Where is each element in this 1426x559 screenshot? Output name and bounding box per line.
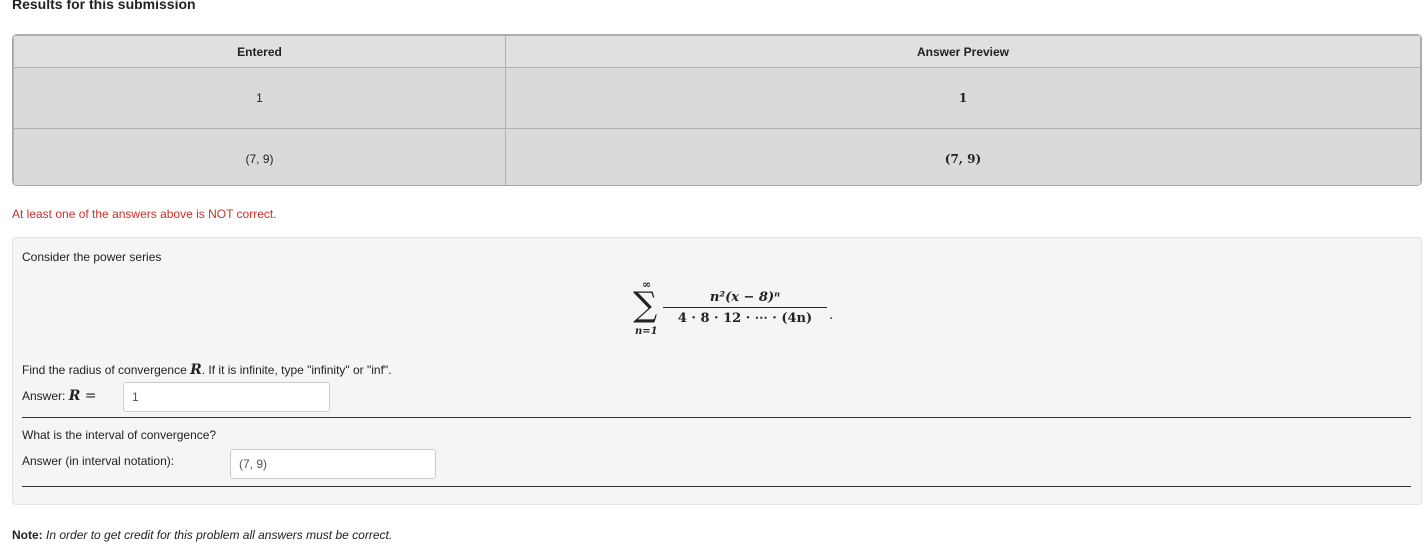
credit-note: Note: In order to get credit for this pr… [12,528,392,542]
equals-sign: = [80,388,97,404]
problem-box: Consider the power series ∞ ∑ n=1 n²(x −… [12,237,1422,505]
interval-answer-input[interactable]: (7, 9) [230,449,436,479]
answer-preview-cell: (7, 9) [505,128,1421,185]
entered-cell: (7, 9) [13,128,506,185]
interval-question: What is the interval of convergence? [22,428,217,442]
power-series-formula: ∞ ∑ n=1 n²(x − 8)ⁿ 4 · 8 · 12 · ⋯ · (4n)… [633,278,833,342]
answer-divider [22,417,1411,418]
results-table-container: Entered Answer Preview 1 1 (7, 9) (7, 9) [12,34,1422,186]
formula-period: . [829,308,834,323]
radius-variable: R [190,362,202,378]
answer-preview-cell: 1 [505,67,1421,129]
note-text: In order to get credit for this problem … [46,528,393,542]
radius-answer-label: Answer: R = [22,388,97,404]
entered-cell: 1 [13,67,506,129]
sum-lower-limit: n=1 [635,326,658,337]
results-heading: Results for this submission [12,0,196,12]
series-numerator: n²(x − 8)ⁿ [709,290,781,305]
radius-answer-variable: R [68,388,81,404]
table-row: 1 1 [13,67,1421,129]
summation-symbol: ∑ [633,285,658,325]
entered-column-header: Entered [13,35,506,68]
problem-intro: Consider the power series [22,250,162,264]
series-denominator: 4 · 8 · 12 · ⋯ · (4n) [677,311,813,326]
answer-label: Answer: [22,389,69,403]
note-label: Note: [12,528,43,542]
table-row: (7, 9) (7, 9) [13,128,1421,185]
answer-preview-column-header: Answer Preview [505,35,1421,68]
interval-answer-label: Answer (in interval notation): [22,454,175,468]
radius-answer-input[interactable]: 1 [123,382,330,412]
incorrect-answers-message: At least one of the answers above is NOT… [12,207,277,221]
results-header-row: Entered Answer Preview [13,35,1421,68]
answer-divider [22,486,1411,487]
radius-question: Find the radius of convergence R. If it … [22,362,392,378]
radius-question-text: Find the radius of convergence [22,363,191,377]
results-table: Entered Answer Preview 1 1 (7, 9) (7, 9) [13,35,1421,185]
series-fraction: n²(x − 8)ⁿ 4 · 8 · 12 · ⋯ · (4n) [663,290,827,326]
radius-question-text-end: . If it is infinite, type "infinity" or … [201,363,392,377]
